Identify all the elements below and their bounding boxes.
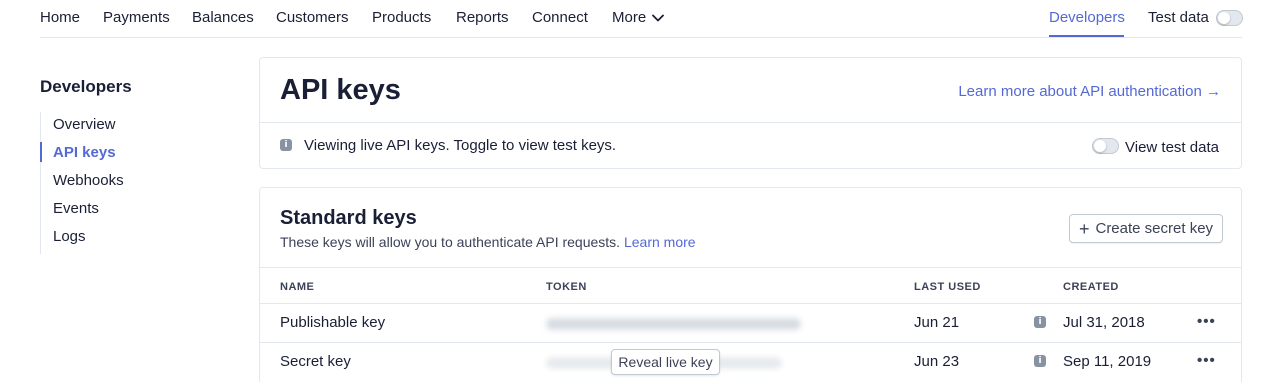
column-header-name: NAME [280, 281, 315, 293]
column-header-last-used: LAST USED [914, 281, 981, 293]
nav-reports[interactable]: Reports [456, 9, 509, 26]
row-more-actions-button[interactable]: ••• [1197, 352, 1216, 369]
sidebar-item-overview[interactable]: Overview [53, 116, 116, 133]
row-name-publishable: Publishable key [280, 314, 386, 331]
nav-home[interactable]: Home [40, 9, 80, 26]
nav-connect[interactable]: Connect [532, 9, 588, 26]
nav-more[interactable]: More [612, 9, 665, 26]
nav-customers[interactable]: Customers [276, 9, 349, 26]
row-created: Sep 11, 2019 [1063, 353, 1152, 370]
top-nav: Home Payments Balances Customers Product… [40, 0, 1243, 38]
reveal-live-key-button[interactable]: Reveal live key [611, 349, 720, 375]
section-description: These keys will allow you to authenticat… [280, 234, 696, 250]
description-text: These keys will allow you to authenticat… [280, 234, 621, 250]
row-last-used: Jun 21 [914, 314, 960, 331]
info-icon: i [280, 139, 292, 151]
nav-developers[interactable]: Developers [1049, 9, 1125, 26]
page-title: API keys [280, 74, 401, 106]
row-created: Jul 31, 2018 [1063, 314, 1145, 331]
sidebar-item-api-keys[interactable]: API keys [53, 144, 116, 161]
plus-icon: + [1078, 218, 1090, 239]
standard-keys-card: Standard keys These keys will allow you … [259, 187, 1242, 382]
sidebar-item-events[interactable]: Events [53, 200, 99, 217]
test-data-label: Test data [1148, 9, 1209, 26]
live-keys-notice: Viewing live API keys. Toggle to view te… [304, 137, 617, 154]
test-data-toggle[interactable] [1216, 10, 1243, 26]
create-secret-key-button[interactable]: + Create secret key [1069, 214, 1223, 243]
row-more-actions-button[interactable]: ••• [1197, 313, 1216, 330]
nav-payments[interactable]: Payments [103, 9, 170, 26]
sidebar-title: Developers [40, 77, 132, 96]
sidebar-active-indicator [40, 142, 42, 162]
column-header-token: TOKEN [546, 281, 587, 293]
nav-products[interactable]: Products [372, 9, 431, 26]
chevron-down-icon [652, 14, 665, 21]
info-icon[interactable]: i [1034, 316, 1046, 328]
row-last-used: Jun 23 [914, 353, 960, 370]
api-keys-card: API keys Learn more about API authentica… [259, 57, 1242, 169]
card-divider [260, 122, 1241, 123]
publishable-token-blurred[interactable] [546, 318, 801, 330]
developers-active-underline [1049, 35, 1124, 37]
nav-more-label: More [612, 9, 647, 26]
header-divider [260, 303, 1241, 304]
learn-more-link[interactable]: Learn more [624, 234, 696, 250]
sidebar-item-logs[interactable]: Logs [53, 228, 86, 245]
row-name-secret: Secret key [280, 353, 351, 370]
section-title: Standard keys [280, 207, 417, 229]
info-icon[interactable]: i [1034, 355, 1046, 367]
view-test-data-label: View test data [1125, 139, 1219, 156]
row-divider [260, 342, 1241, 343]
table-top-divider [260, 267, 1241, 268]
create-secret-key-label: Create secret key [1095, 220, 1214, 237]
sidebar-item-webhooks[interactable]: Webhooks [53, 172, 124, 189]
view-test-data-toggle[interactable] [1092, 138, 1119, 154]
column-header-created: CREATED [1063, 281, 1119, 293]
sidebar-nav: Overview API keys Webhooks Events Logs [40, 112, 220, 254]
nav-balances[interactable]: Balances [192, 9, 254, 26]
learn-api-auth-link[interactable]: Learn more about API authentication → [958, 83, 1221, 100]
